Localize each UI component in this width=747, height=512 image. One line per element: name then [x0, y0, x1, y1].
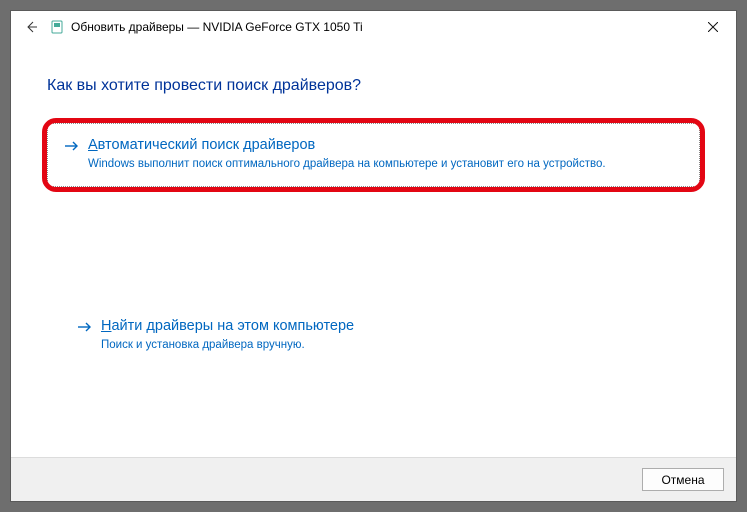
arrow-right-icon — [62, 136, 82, 156]
device-icon — [49, 19, 65, 35]
driver-update-window: Обновить драйверы — NVIDIA GeForce GTX 1… — [10, 10, 737, 502]
option-browse-computer[interactable]: Найти драйверы на этом компьютере Поиск … — [61, 305, 700, 367]
content-area: Как вы хотите провести поиск драйверов? … — [11, 77, 736, 491]
close-button[interactable] — [690, 11, 736, 43]
back-arrow-icon — [23, 19, 39, 35]
titlebar: Обновить драйверы — NVIDIA GeForce GTX 1… — [11, 11, 736, 43]
back-button[interactable] — [19, 15, 43, 39]
window-title: Обновить драйверы — NVIDIA GeForce GTX 1… — [71, 20, 363, 34]
close-icon — [708, 22, 718, 32]
footer: Отмена — [11, 457, 736, 501]
page-heading: Как вы хотите провести поиск драйверов? — [47, 77, 700, 95]
option-auto-search[interactable]: Автоматический поиск драйверов Windows в… — [47, 123, 700, 187]
option-description: Поиск и установка драйвера вручную. — [101, 338, 354, 354]
option-title: Найти драйверы на этом компьютере — [101, 317, 354, 337]
cancel-button[interactable]: Отмена — [642, 468, 724, 491]
option-text: Найти драйверы на этом компьютере Поиск … — [101, 317, 354, 353]
arrow-right-icon — [75, 317, 95, 337]
option-title: Автоматический поиск драйверов — [88, 136, 606, 156]
option-text: Автоматический поиск драйверов Windows в… — [88, 136, 606, 172]
option-description: Windows выполнит поиск оптимального драй… — [88, 157, 606, 173]
